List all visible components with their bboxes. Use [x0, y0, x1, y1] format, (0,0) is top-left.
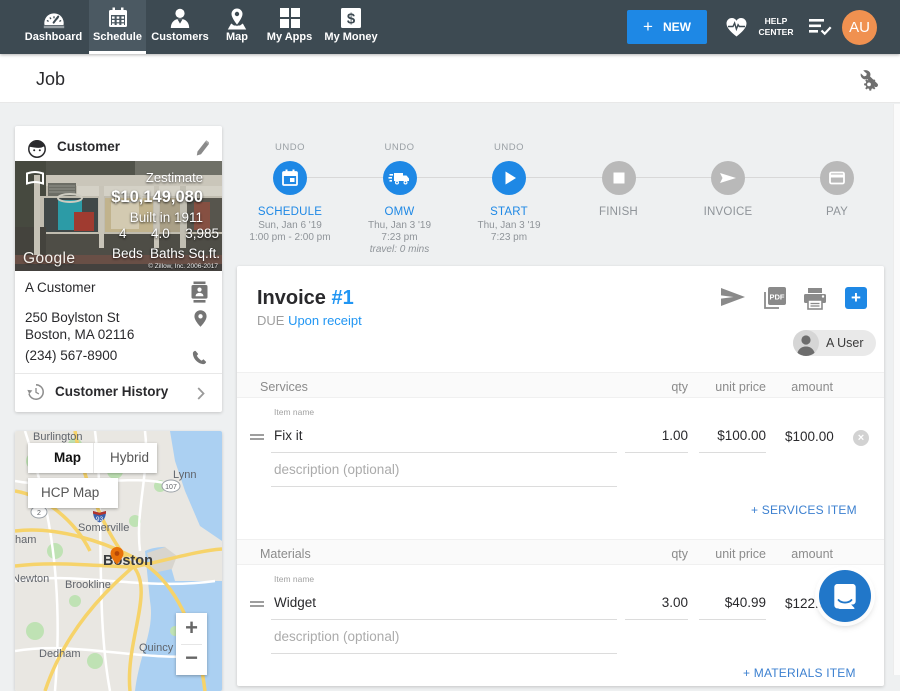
svg-text:Somerville: Somerville [78, 522, 129, 534]
svg-text:Brookline: Brookline [65, 579, 111, 591]
svg-text:ham: ham [15, 534, 36, 546]
svg-text:Lynn: Lynn [173, 469, 196, 481]
svg-text:PDF: PDF [770, 293, 785, 302]
svg-text:Dedham: Dedham [39, 648, 81, 660]
svg-text:Burlington: Burlington [33, 431, 83, 443]
svg-text:93: 93 [96, 516, 104, 523]
svg-text:2: 2 [37, 510, 41, 517]
svg-text:107: 107 [165, 484, 177, 491]
svg-text:$: $ [347, 11, 356, 28]
svg-text:Boston: Boston [103, 553, 153, 569]
svg-text:Quincy: Quincy [139, 642, 174, 654]
svg-text:Newton: Newton [15, 573, 49, 585]
